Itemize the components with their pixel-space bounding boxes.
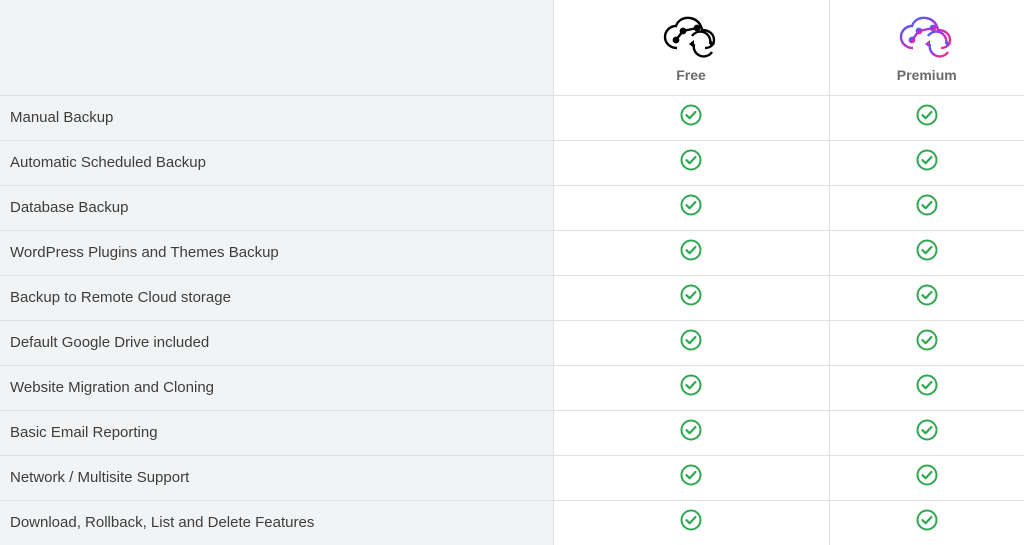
- feature-premium-value: [829, 95, 1024, 140]
- check-icon: [916, 464, 938, 491]
- feature-name: Network / Multisite Support: [0, 455, 553, 500]
- feature-header-blank: [0, 0, 553, 95]
- check-icon: [916, 329, 938, 356]
- feature-premium-value: [829, 365, 1024, 410]
- check-icon: [680, 194, 702, 221]
- plan-header-free: Free: [553, 0, 829, 95]
- feature-free-value: [553, 455, 829, 500]
- check-icon: [680, 464, 702, 491]
- feature-name: Manual Backup: [0, 95, 553, 140]
- cloud-sync-icon: [662, 16, 720, 63]
- feature-premium-value: [829, 230, 1024, 275]
- feature-free-value: [553, 320, 829, 365]
- check-icon: [680, 419, 702, 446]
- check-icon: [680, 104, 702, 131]
- check-icon: [916, 419, 938, 446]
- feature-name: Basic Email Reporting: [0, 410, 553, 455]
- feature-row: Backup to Remote Cloud storage: [0, 275, 1024, 320]
- feature-row: Default Google Drive included: [0, 320, 1024, 365]
- feature-premium-value: [829, 275, 1024, 320]
- feature-free-value: [553, 230, 829, 275]
- feature-name: Database Backup: [0, 185, 553, 230]
- feature-row: Network / Multisite Support: [0, 455, 1024, 500]
- plan-label-premium: Premium: [830, 67, 1024, 83]
- feature-premium-value: [829, 500, 1024, 545]
- feature-row: Basic Email Reporting: [0, 410, 1024, 455]
- feature-name: Backup to Remote Cloud storage: [0, 275, 553, 320]
- feature-row: Website Migration and Cloning: [0, 365, 1024, 410]
- check-icon: [680, 509, 702, 536]
- feature-premium-value: [829, 140, 1024, 185]
- check-icon: [680, 284, 702, 311]
- feature-row: Download, Rollback, List and Delete Feat…: [0, 500, 1024, 545]
- feature-free-value: [553, 140, 829, 185]
- feature-premium-value: [829, 320, 1024, 365]
- check-icon: [680, 374, 702, 401]
- feature-name: Website Migration and Cloning: [0, 365, 553, 410]
- check-icon: [916, 239, 938, 266]
- check-icon: [916, 284, 938, 311]
- feature-free-value: [553, 95, 829, 140]
- plan-header-premium: Premium: [829, 0, 1024, 95]
- feature-row: Manual Backup: [0, 95, 1024, 140]
- feature-free-value: [553, 410, 829, 455]
- feature-name: Default Google Drive included: [0, 320, 553, 365]
- check-icon: [916, 149, 938, 176]
- feature-free-value: [553, 185, 829, 230]
- header-row: Free: [0, 0, 1024, 95]
- check-icon: [916, 374, 938, 401]
- feature-row: Database Backup: [0, 185, 1024, 230]
- feature-name: Download, Rollback, List and Delete Feat…: [0, 500, 553, 545]
- check-icon: [916, 509, 938, 536]
- feature-name: Automatic Scheduled Backup: [0, 140, 553, 185]
- feature-premium-value: [829, 455, 1024, 500]
- feature-free-value: [553, 365, 829, 410]
- check-icon: [680, 149, 702, 176]
- feature-premium-value: [829, 185, 1024, 230]
- feature-row: WordPress Plugins and Themes Backup: [0, 230, 1024, 275]
- feature-free-value: [553, 500, 829, 545]
- feature-free-value: [553, 275, 829, 320]
- check-icon: [680, 329, 702, 356]
- feature-row: Automatic Scheduled Backup: [0, 140, 1024, 185]
- cloud-sync-icon-premium: [898, 16, 956, 63]
- check-icon: [916, 104, 938, 131]
- feature-premium-value: [829, 410, 1024, 455]
- feature-name: WordPress Plugins and Themes Backup: [0, 230, 553, 275]
- check-icon: [916, 194, 938, 221]
- plan-label-free: Free: [554, 67, 829, 83]
- check-icon: [680, 239, 702, 266]
- comparison-table: Free: [0, 0, 1024, 545]
